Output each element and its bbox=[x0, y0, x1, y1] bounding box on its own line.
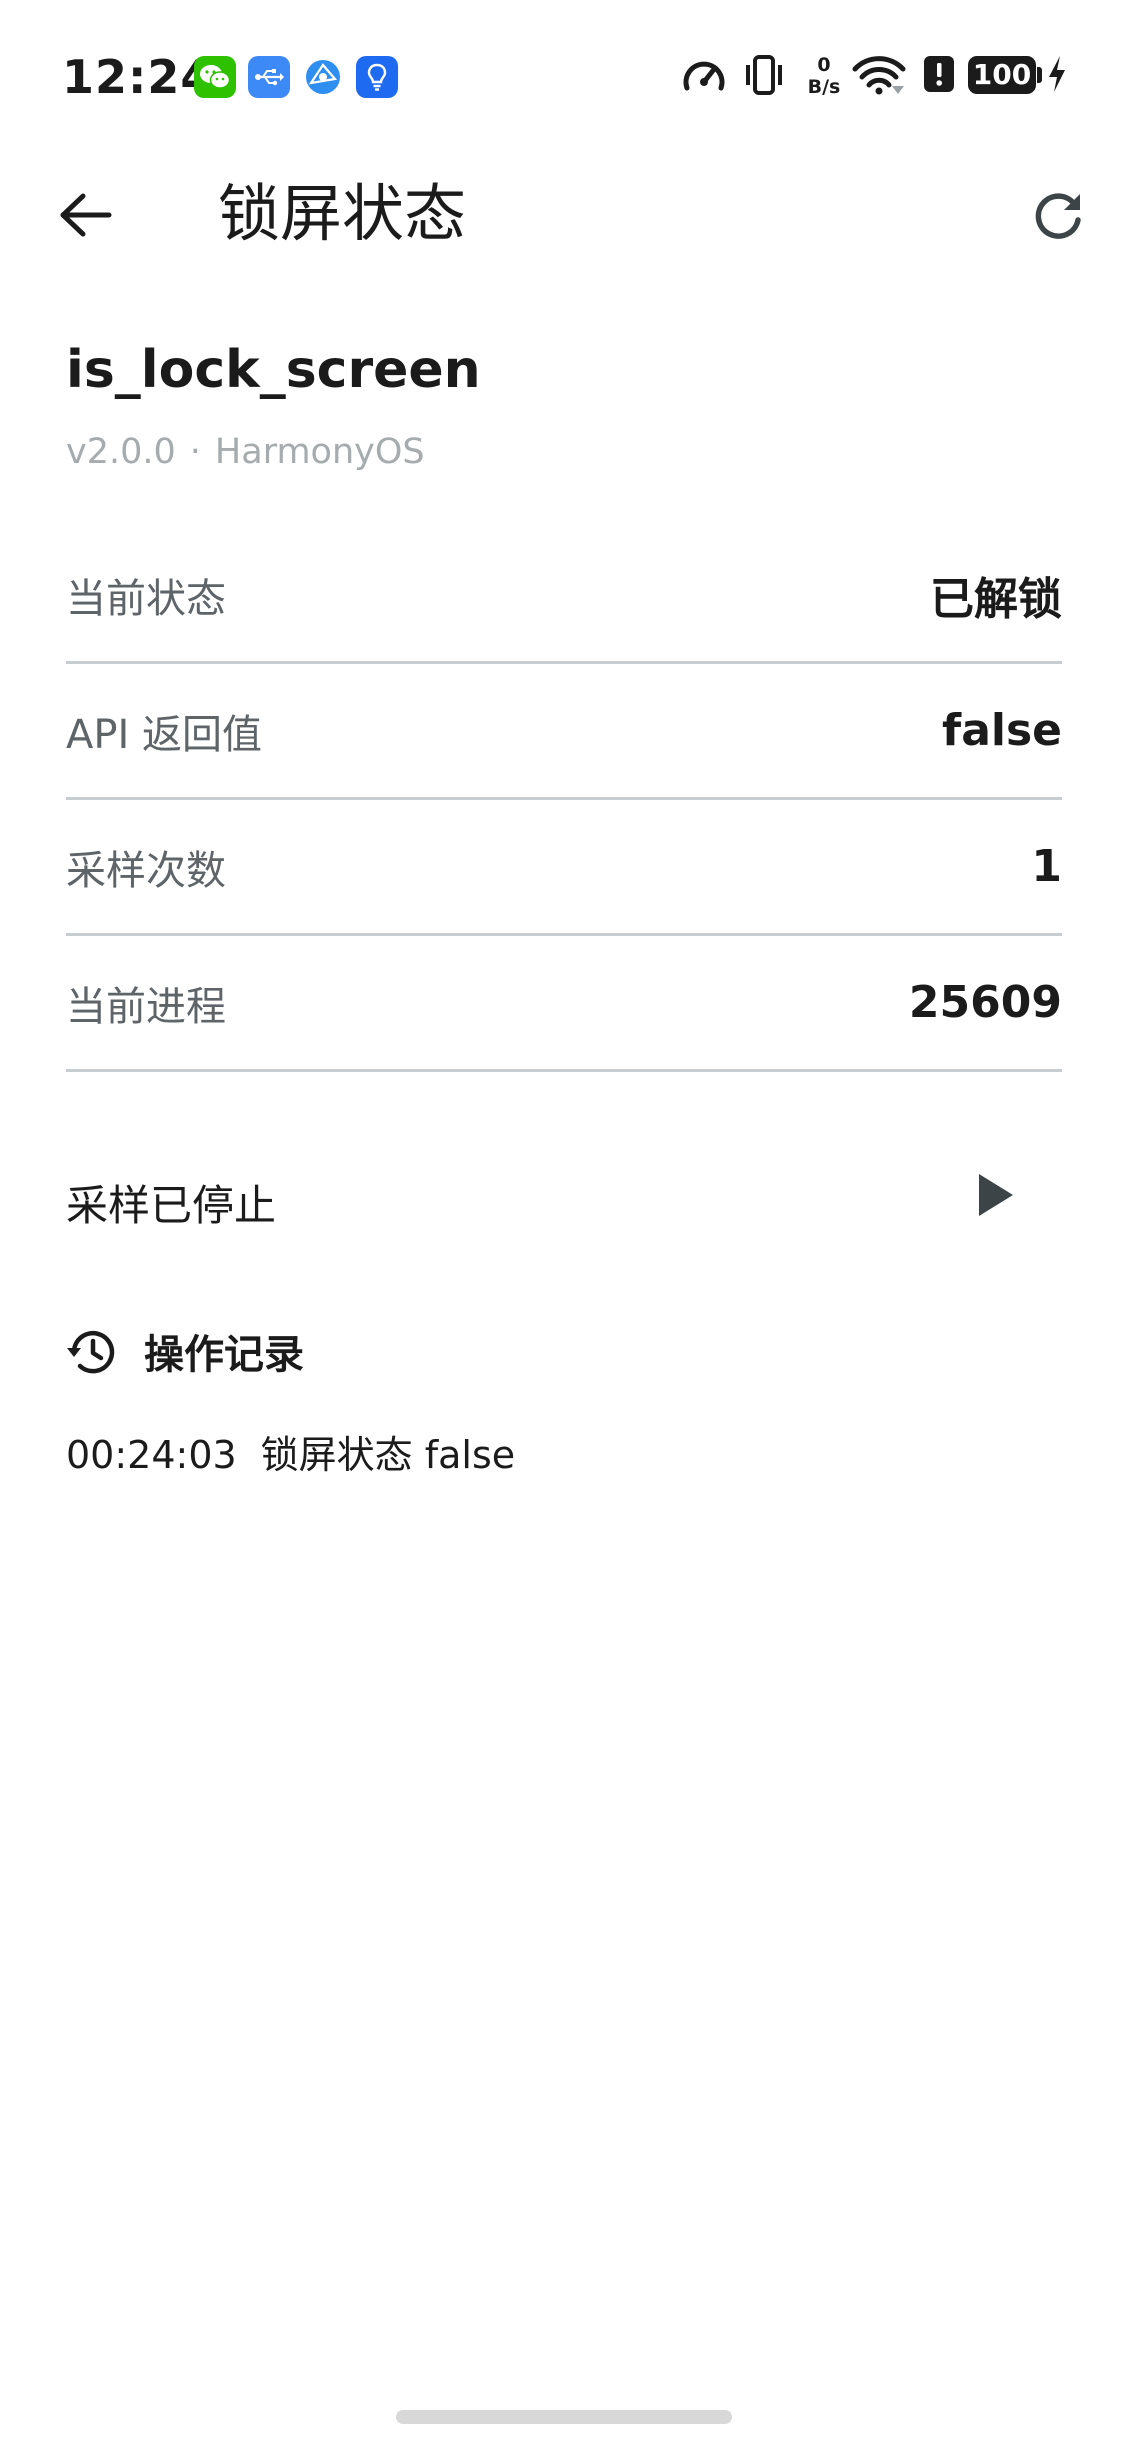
wifi-icon bbox=[852, 52, 906, 96]
info-row-api-return: API 返回值 false bbox=[66, 664, 1062, 800]
meta-separator: · bbox=[189, 432, 201, 472]
api-platform: HarmonyOS bbox=[214, 432, 425, 472]
page-title: 锁屏状态 bbox=[218, 177, 467, 250]
play-icon bbox=[979, 1174, 1013, 1216]
refresh-button[interactable] bbox=[1022, 180, 1094, 252]
status-bar: 12:24 0 B/s 100 bbox=[0, 0, 1128, 150]
info-value: 25609 bbox=[908, 977, 1062, 1028]
refresh-icon bbox=[1035, 193, 1081, 239]
speed-meter-icon bbox=[680, 52, 728, 98]
history-title: 操作记录 bbox=[144, 1332, 304, 1378]
info-value: 1 bbox=[1031, 841, 1062, 892]
charging-icon bbox=[1046, 52, 1068, 96]
info-row-current-state: 当前状态 已解锁 bbox=[66, 528, 1062, 664]
info-row-sample-count: 采样次数 1 bbox=[66, 800, 1062, 936]
net-speed-unit: B/s bbox=[807, 76, 841, 98]
alert-icon bbox=[922, 52, 956, 96]
info-label: 当前进程 bbox=[66, 983, 226, 1030]
info-list: 当前状态 已解锁 API 返回值 false 采样次数 1 当前进程 25609 bbox=[66, 528, 1062, 1072]
arrow-left-icon bbox=[60, 193, 112, 237]
api-name: is_lock_screen bbox=[66, 340, 481, 400]
api-meta: v2.0.0 · HarmonyOS bbox=[66, 432, 425, 472]
sampling-status: 采样已停止 bbox=[66, 1181, 277, 1230]
back-button[interactable] bbox=[50, 180, 120, 250]
battery-tip bbox=[1037, 67, 1042, 83]
log-entry: 00:24:03 锁屏状态 false bbox=[66, 1424, 515, 1479]
vibrate-icon bbox=[742, 52, 786, 98]
browser-icon bbox=[302, 56, 344, 98]
log-time: 00:24:03 bbox=[66, 1433, 237, 1477]
usb-icon bbox=[248, 56, 290, 98]
status-time: 12:24 bbox=[62, 50, 214, 104]
battery-indicator: 100 bbox=[968, 56, 1036, 94]
home-indicator[interactable] bbox=[396, 2410, 732, 2424]
info-value: 已解锁 bbox=[930, 573, 1062, 625]
info-label: 采样次数 bbox=[66, 847, 226, 894]
log-text: 锁屏状态 false bbox=[260, 1433, 516, 1477]
play-button[interactable] bbox=[960, 1160, 1030, 1230]
tips-icon bbox=[356, 56, 398, 98]
history-icon bbox=[67, 1330, 115, 1374]
net-speed-indicator: 0 B/s bbox=[806, 54, 842, 98]
info-label: API 返回值 bbox=[66, 711, 262, 758]
net-speed-value: 0 bbox=[817, 54, 831, 76]
api-version: v2.0.0 bbox=[66, 432, 176, 472]
wechat-icon bbox=[194, 56, 236, 98]
info-label: 当前状态 bbox=[66, 575, 226, 622]
info-value: false bbox=[942, 705, 1062, 756]
info-row-current-process: 当前进程 25609 bbox=[66, 936, 1062, 1072]
